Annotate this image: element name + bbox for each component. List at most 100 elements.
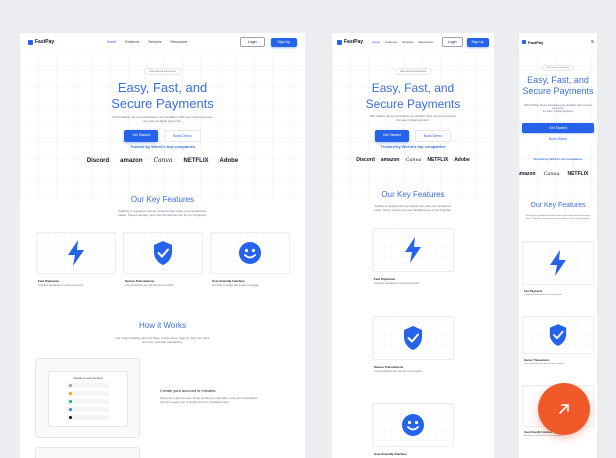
hero-title-line2: Secure Payments xyxy=(111,96,214,111)
hero-title-line1: Easy, Fast, and xyxy=(527,75,589,85)
nav-home[interactable]: Home xyxy=(107,40,116,44)
nav-features[interactable]: Features xyxy=(125,40,139,44)
logo-icon xyxy=(522,40,526,44)
hero-title-line1: Easy, Fast, and xyxy=(117,80,208,95)
feature-title: User-Friendly Interface xyxy=(212,279,245,283)
hero-title-line1: Easy, Fast, and xyxy=(371,81,455,95)
discord-logo: Discord xyxy=(356,157,375,163)
canva-logo: Canva xyxy=(543,171,560,177)
navbar: FastPay Home Features Services Resources… xyxy=(332,33,494,51)
nav-links: Home Features Services Resources xyxy=(107,40,187,44)
brand-logos: Discord amazon Canva NETFLIX Adobe xyxy=(332,157,494,163)
feature-desc: An intuitive interface that is easy to n… xyxy=(524,435,564,437)
feature-title: Fast Payments xyxy=(524,290,543,293)
book-demo-button[interactable]: Book Demo xyxy=(522,134,594,144)
trusted-label: Trusted by World's top companies xyxy=(380,144,446,149)
book-demo-button[interactable]: Book Demo xyxy=(414,130,452,142)
hero-subtitle: With FastPay, all your transactions are … xyxy=(369,115,457,122)
features-title: Our Key Features xyxy=(381,190,445,199)
signup-button[interactable]: Sign Up xyxy=(466,37,489,47)
feature-desc: Your transactions are safe with our encr… xyxy=(374,370,424,373)
smiley-icon xyxy=(239,242,261,264)
logo-icon xyxy=(337,39,342,45)
canva-logo: Canva xyxy=(153,157,173,164)
feature-desc: Complete transactions in just few second… xyxy=(524,294,562,296)
netflix-logo: NETFLIX xyxy=(567,171,589,177)
lightning-icon xyxy=(68,240,84,266)
navbar: FastPay Home Features Services Resources… xyxy=(20,33,305,51)
hero-subtitle: With FastPay, all your transactions are … xyxy=(524,104,592,114)
discord-logo: Discord xyxy=(86,157,110,164)
get-started-button[interactable]: Get Started xyxy=(522,123,594,133)
shield-check-icon xyxy=(404,326,422,350)
features-title: Our Key Features xyxy=(130,195,195,204)
feature-card-fast: Fast Payments Complete transactions in j… xyxy=(522,241,594,299)
hero-section: Fast Secure Payments Easy, Fast, and Sec… xyxy=(519,55,597,97)
features-subtitle: FastPay is equipped with key features th… xyxy=(525,215,591,220)
feature-card-friendly: User-Friendly Interface xyxy=(372,403,454,458)
feature-card-secure: Secure Transactions Your transactions ar… xyxy=(372,316,454,378)
feature-title: Fast Payments xyxy=(374,277,396,281)
book-demo-button[interactable]: Book Demo xyxy=(164,130,201,142)
hero-pill: Fast Secure Payments xyxy=(144,68,181,75)
arrow-up-right-icon xyxy=(559,404,569,414)
nav-services[interactable]: Services xyxy=(148,40,161,44)
feature-card-secure: Secure Transactions Your transactions ar… xyxy=(123,232,203,292)
hero-title-line2: Secure Payments xyxy=(365,97,461,111)
signup-button[interactable]: Sign Up xyxy=(270,37,297,47)
features-title: Our Key Features xyxy=(530,202,586,209)
canva-logo: Canva xyxy=(405,157,422,163)
feature-card-fast: Fast Payments Complete transactions in j… xyxy=(372,228,454,290)
menu-icon[interactable]: ≡ xyxy=(591,39,594,45)
nav-resources[interactable]: Resources xyxy=(171,40,188,44)
feature-desc: Your transactions are safe with our encr… xyxy=(524,363,566,365)
amazon-logo: amazon xyxy=(120,157,143,164)
nav-features[interactable]: Features xyxy=(385,40,397,44)
feature-desc: Complete transactions in just few second… xyxy=(374,282,420,285)
hero-subtitle: With FastPay, all your transactions are … xyxy=(112,115,213,123)
how-subtitle: Get ready FastPay with just three simple… xyxy=(115,336,210,344)
feature-card-secure: Secure Transactions Your transactions ar… xyxy=(522,316,594,374)
feature-title: Fast Payments xyxy=(38,279,60,283)
logo-icon xyxy=(28,39,33,45)
nav-resources[interactable]: Resources xyxy=(419,40,433,44)
logo[interactable]: FastPay xyxy=(28,39,54,45)
feature-title: User-Friendly Interface xyxy=(374,452,407,456)
logo[interactable]: FastPay xyxy=(522,40,543,45)
nav-services[interactable]: Services xyxy=(402,40,414,44)
features-subtitle: FastPay is equipped with key features th… xyxy=(374,205,452,212)
nav-links: Home Features Services Resources xyxy=(372,40,433,44)
adobe-logo: Adobe xyxy=(454,157,470,163)
fab-button[interactable] xyxy=(538,383,590,435)
brand-logos: amazon Canva NETFLIX xyxy=(519,171,597,177)
get-started-button[interactable]: Get Started xyxy=(124,130,159,142)
trusted-label: Trusted by World's top companies xyxy=(533,157,583,161)
tablet-preview: FastPay Home Features Services Resources… xyxy=(332,33,494,458)
feature-title: Secure Transactions xyxy=(524,359,550,362)
nav-home[interactable]: Home xyxy=(372,40,380,44)
feature-desc: Complete transactions in just few second… xyxy=(38,284,84,287)
get-started-button[interactable]: Get Started xyxy=(374,130,409,142)
amazon-logo: amazon xyxy=(380,157,400,163)
how-title: How it Works xyxy=(139,321,186,330)
netflix-logo: NETFLIX xyxy=(427,157,449,163)
lightning-icon xyxy=(550,250,566,276)
feature-title: Secure Transactions xyxy=(374,365,404,369)
login-button[interactable]: Login xyxy=(441,37,463,47)
lightning-icon xyxy=(405,237,421,263)
adobe-logo: Adobe xyxy=(219,157,239,164)
step-mockup-2 xyxy=(35,447,140,458)
mock-title: Create a new Account xyxy=(73,376,103,380)
smiley-icon xyxy=(402,414,424,436)
shield-check-icon xyxy=(154,241,172,265)
brand-logos: Discord amazon Canva NETFLIX Adobe xyxy=(20,157,305,164)
navbar: FastPay ≡ xyxy=(519,33,597,51)
hero-section: Fast Secure Payments Easy, Fast, and Sec… xyxy=(20,59,305,142)
features-subtitle: FastPay is equipped with key features th… xyxy=(118,209,207,217)
login-button[interactable]: Login xyxy=(239,37,265,47)
netflix-logo: NETFLIX xyxy=(183,157,209,164)
feature-card-friendly: User-Friendly Interface An intuitive int… xyxy=(210,232,290,292)
step-title: Create your account in minutes. xyxy=(160,388,217,393)
feature-title: User-Friendly Interface xyxy=(524,431,553,434)
logo[interactable]: FastPay xyxy=(337,39,363,45)
